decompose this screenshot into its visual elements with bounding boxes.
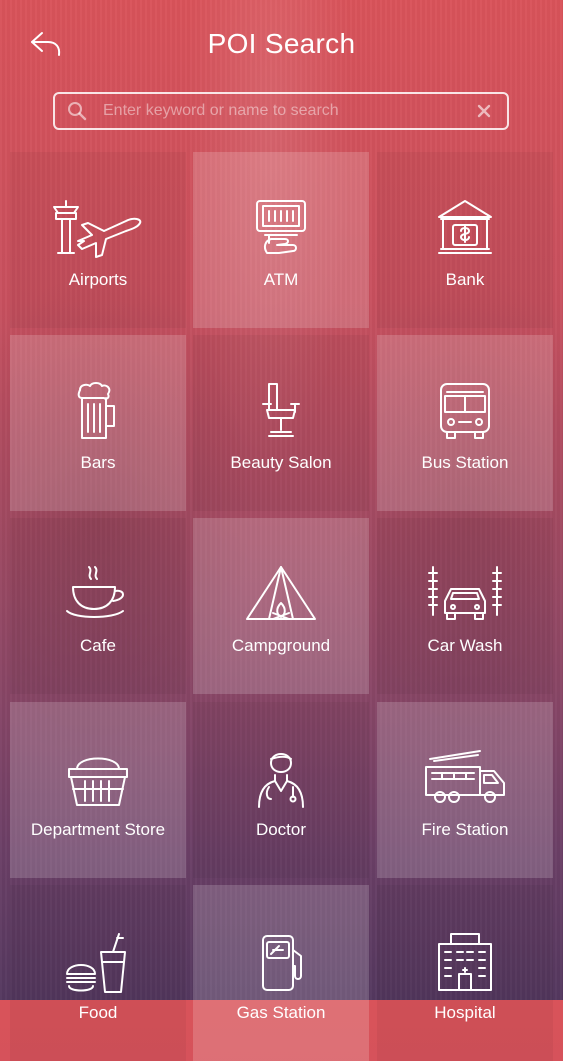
- gas-pump-icon: [226, 925, 336, 999]
- fire-truck-icon: [410, 742, 520, 816]
- category-label: Cafe: [80, 636, 116, 655]
- category-tile-food[interactable]: Food: [10, 885, 186, 1061]
- category-label: Airports: [68, 270, 128, 289]
- car-wash-icon: [410, 558, 520, 632]
- doctor-icon: [226, 742, 336, 816]
- atm-icon: [226, 192, 336, 266]
- hospital-icon: [410, 925, 520, 999]
- category-label: Food: [78, 1003, 118, 1022]
- category-tile-hospital[interactable]: Hospital: [377, 885, 553, 1061]
- beer-mug-icon: [43, 375, 153, 449]
- category-tile-bus-station[interactable]: Bus Station: [377, 335, 553, 511]
- category-tile-bars[interactable]: Bars: [10, 335, 186, 511]
- category-grid: Airports ATM Bank Bars Beauty Salon Bus …: [0, 0, 563, 1061]
- category-label: Fire Station: [421, 820, 509, 839]
- category-tile-beauty-salon[interactable]: Beauty Salon: [193, 335, 369, 511]
- category-label: Gas Station: [236, 1003, 326, 1022]
- airport-icon: [43, 192, 153, 266]
- category-tile-car-wash[interactable]: Car Wash: [377, 518, 553, 694]
- category-label: Bus Station: [421, 453, 509, 472]
- tent-icon: [226, 558, 336, 632]
- burger-drink-icon: [43, 925, 153, 999]
- category-tile-fire-station[interactable]: Fire Station: [377, 702, 553, 878]
- salon-chair-icon: [226, 375, 336, 449]
- bank-icon: [410, 192, 520, 266]
- coffee-cup-icon: [43, 558, 153, 632]
- category-tile-department-store[interactable]: Department Store: [10, 702, 186, 878]
- category-tile-doctor[interactable]: Doctor: [193, 702, 369, 878]
- category-tile-bank[interactable]: Bank: [377, 152, 553, 328]
- category-label: Beauty Salon: [230, 453, 332, 472]
- category-tile-cafe[interactable]: Cafe: [10, 518, 186, 694]
- bus-icon: [410, 375, 520, 449]
- category-tile-airports[interactable]: Airports: [10, 152, 186, 328]
- category-label: ATM: [263, 270, 299, 289]
- category-label: Bars: [80, 453, 116, 472]
- category-label: Campground: [231, 636, 331, 655]
- shopping-basket-icon: [43, 742, 153, 816]
- category-label: Car Wash: [427, 636, 503, 655]
- category-label: Department Store: [30, 820, 166, 839]
- category-tile-atm[interactable]: ATM: [193, 152, 369, 328]
- category-label: Bank: [445, 270, 485, 289]
- category-tile-campground[interactable]: Campground: [193, 518, 369, 694]
- category-label: Doctor: [255, 820, 307, 839]
- category-tile-gas-station[interactable]: Gas Station: [193, 885, 369, 1061]
- category-label: Hospital: [434, 1003, 496, 1022]
